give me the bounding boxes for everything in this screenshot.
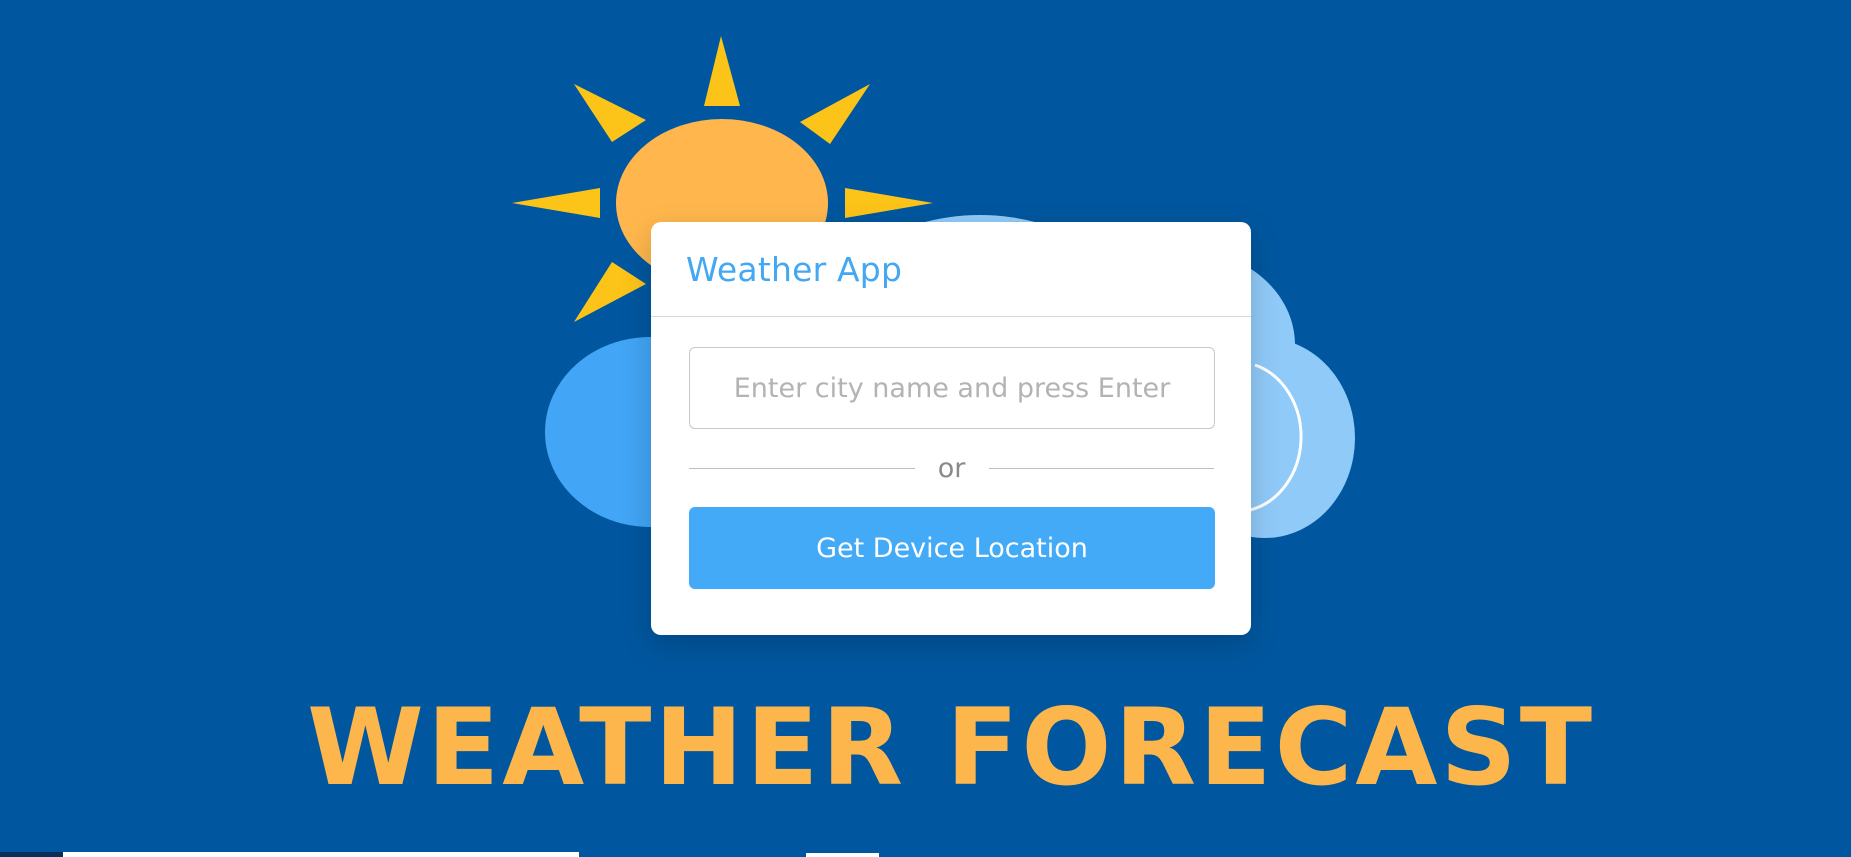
or-divider: or <box>689 450 1214 486</box>
bottom-edge-strip <box>63 852 579 857</box>
weather-forecast-banner: WEATHER FORECAST <box>306 686 1596 809</box>
divider-text: or <box>937 452 966 484</box>
card-header: Weather App <box>651 222 1251 317</box>
get-device-location-button[interactable]: Get Device Location <box>689 507 1215 589</box>
bottom-edge-dark <box>0 852 63 857</box>
app-title: Weather App <box>686 249 903 289</box>
divider-line-right <box>988 467 1214 469</box>
city-search-input[interactable] <box>689 347 1215 429</box>
card-body: or Get Device Location <box>651 317 1251 589</box>
divider-line-left <box>689 467 915 469</box>
weather-card: Weather App or Get Device Location <box>651 222 1251 635</box>
bottom-edge-strip-small <box>806 853 879 857</box>
